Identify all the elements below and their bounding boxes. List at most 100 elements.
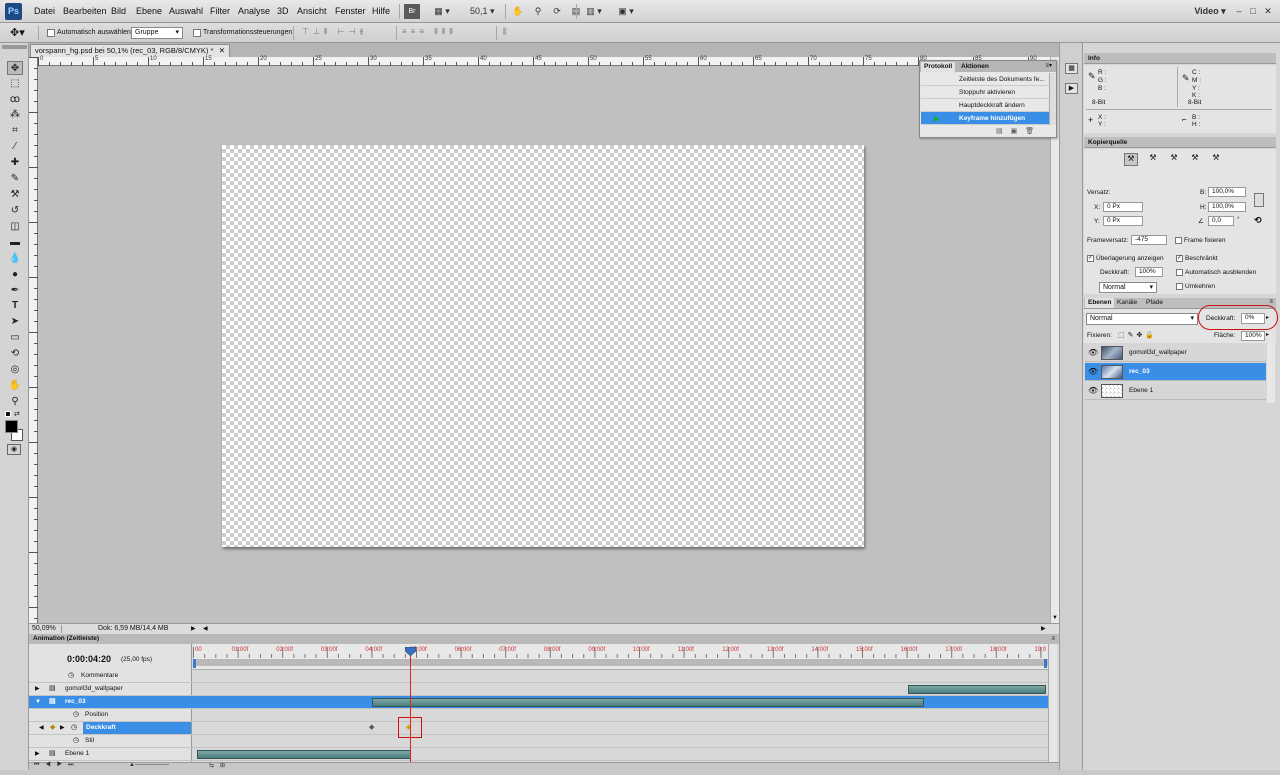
close-tab-icon[interactable]: ✕: [219, 45, 225, 57]
overlay-mode-dropdown[interactable]: Normal: [1099, 282, 1157, 293]
invert-checkbox[interactable]: [1176, 283, 1183, 290]
timeline-header[interactable]: Animation (Zeitleiste) ≡: [29, 634, 1059, 644]
minimize-icon[interactable]: –: [1234, 4, 1244, 19]
layer-name[interactable]: rec_03: [1129, 363, 1150, 381]
menu-ansicht[interactable]: Ansicht: [297, 6, 327, 16]
clipped-checkbox[interactable]: ✓: [1176, 255, 1183, 262]
tab-kanaele[interactable]: Kanäle: [1114, 298, 1140, 308]
expand-arrow-icon[interactable]: ▶: [35, 748, 40, 760]
menu-fenster[interactable]: Fenster: [335, 6, 366, 16]
magic-wand-tool-icon[interactable]: ⁂: [7, 108, 23, 122]
arrange-documents-button[interactable]: ▥ ▾: [580, 4, 608, 19]
layer-row-selected[interactable]: 👁 rec_03: [1085, 363, 1266, 381]
default-colors-icon[interactable]: [5, 411, 11, 417]
layer-row[interactable]: 👁 Ebene 1: [1085, 382, 1266, 400]
timeline-scrollbar[interactable]: [1048, 644, 1057, 762]
keyframe-icon[interactable]: ◆: [369, 722, 374, 734]
next-keyframe-icon[interactable]: ▶: [60, 722, 65, 734]
timeline-menu-icon[interactable]: ≡: [1051, 634, 1055, 644]
menu-filter[interactable]: Filter: [210, 6, 230, 16]
distribute-buttons[interactable]: ≡≡≡ ⦀⦀⦀: [402, 27, 457, 37]
close-icon[interactable]: ✕: [1263, 4, 1273, 19]
offset-x-input[interactable]: 0 Px: [1103, 202, 1143, 212]
zoom-dropdown[interactable]: 50,1 ▾: [466, 4, 498, 19]
work-area-end-handle[interactable]: [1044, 659, 1047, 668]
history-item-active[interactable]: Keyframe hinzufügen: [921, 112, 1049, 125]
playback-controls-icon[interactable]: ⏮◀▶⏭: [34, 762, 80, 769]
layers-panel-menu-icon[interactable]: ≡: [1269, 299, 1273, 305]
height-scale-input[interactable]: 100,0%: [1208, 202, 1246, 212]
workspace-switcher[interactable]: Video ▾: [1190, 4, 1230, 19]
status-menu-icon[interactable]: ▶: [191, 624, 196, 634]
width-scale-input[interactable]: 100,0%: [1208, 187, 1246, 197]
maximize-icon[interactable]: □: [1248, 4, 1258, 19]
stopwatch-icon[interactable]: ◷: [68, 670, 74, 682]
healing-brush-tool-icon[interactable]: ✚: [7, 156, 23, 170]
swap-colors-icon[interactable]: ⇄: [14, 410, 20, 418]
crop-tool-icon[interactable]: ⌗: [7, 124, 23, 138]
opacity-property-label[interactable]: Deckkraft: [83, 722, 191, 734]
move-tool-icon[interactable]: ✥: [7, 61, 23, 75]
timeline-row-layer-selected[interactable]: ▼ ▤ rec_03: [29, 696, 1048, 709]
transform-controls-checkbox[interactable]: [193, 29, 201, 37]
scroll-right-icon[interactable]: ▶: [1041, 624, 1046, 634]
view-extras-button[interactable]: ▦ ▾: [428, 4, 456, 19]
layer-name[interactable]: Ebene 1: [1129, 382, 1153, 400]
align-buttons[interactable]: ⊤⊥⫴ ⊢⊣⫵: [302, 27, 367, 37]
reset-transform-icon[interactable]: ⟲: [1254, 215, 1262, 226]
history-brush-tool-icon[interactable]: ↺: [7, 204, 23, 218]
frame-offset-input[interactable]: -475: [1131, 235, 1167, 245]
clone-source-panel-header[interactable]: Kopierquelle: [1084, 137, 1276, 148]
offset-y-input[interactable]: 0 Px: [1103, 216, 1143, 226]
rotate-view-icon[interactable]: ⟳: [550, 4, 564, 19]
document-tab[interactable]: vorspann_hg.psd bei 50,1% (rec_03, RGB/8…: [30, 44, 230, 57]
vertical-scrollbar[interactable]: ▲ ▼: [1050, 57, 1059, 623]
brush-tool-icon[interactable]: ✎: [7, 172, 23, 186]
playhead-line[interactable]: [410, 650, 411, 765]
hand-tool-icon[interactable]: ✋: [7, 379, 23, 393]
zoom-tool-icon[interactable]: ⚲: [531, 4, 545, 19]
clone-source-1-icon[interactable]: ⚒: [1124, 153, 1138, 166]
3d-rotate-tool-icon[interactable]: ⟲: [7, 347, 23, 361]
lock-frame-checkbox[interactable]: [1175, 237, 1182, 244]
quick-mask-icon[interactable]: ◉: [7, 444, 21, 455]
overlay-opacity-input[interactable]: 100%: [1135, 267, 1163, 277]
pen-tool-icon[interactable]: ✒: [7, 284, 23, 298]
layers-scrollbar[interactable]: [1267, 343, 1275, 403]
history-item[interactable]: Hauptdeckkraft ändern: [921, 99, 1049, 112]
layer-duration-bar[interactable]: [372, 698, 924, 707]
zoom-status[interactable]: 50,09%: [32, 624, 56, 634]
current-timecode[interactable]: 0:00:04:20: [67, 654, 111, 664]
stopwatch-icon[interactable]: ◷: [73, 709, 79, 721]
auto-select-dropdown[interactable]: Gruppe: [131, 27, 183, 39]
lasso-tool-icon[interactable]: ꝏ: [7, 93, 23, 107]
clone-source-4-icon[interactable]: ⚒: [1188, 153, 1202, 166]
timeline-row-comments[interactable]: ◷ Kommentare: [29, 670, 1048, 683]
blend-mode-dropdown[interactable]: Normal: [1086, 313, 1198, 325]
tab-ebenen[interactable]: Ebenen: [1085, 298, 1115, 308]
expand-arrow-icon[interactable]: ▶: [35, 683, 40, 695]
clone-source-2-icon[interactable]: ⚒: [1146, 153, 1160, 166]
stopwatch-active-icon[interactable]: ◷: [71, 722, 77, 734]
playhead-handle[interactable]: [405, 647, 416, 656]
zoom-slider[interactable]: ▲────────: [129, 762, 169, 768]
hand-tool-icon[interactable]: ✋: [511, 4, 525, 19]
menu-ebene[interactable]: Ebene: [136, 6, 162, 16]
tab-pfade[interactable]: Pfade: [1143, 298, 1166, 308]
history-item[interactable]: Zeitleiste des Dokuments fe...: [921, 73, 1049, 86]
tab-protokoll[interactable]: Protokoll: [921, 62, 956, 72]
layer-duration-bar[interactable]: [197, 750, 411, 759]
menu-3d[interactable]: 3D: [277, 6, 289, 16]
history-panel-buttons[interactable]: ▤▣🗑: [996, 127, 1042, 135]
menu-auswahl[interactable]: Auswahl: [169, 6, 203, 16]
tools-grip[interactable]: [2, 45, 27, 49]
angle-input[interactable]: 0,0: [1208, 216, 1234, 226]
history-scrollbar[interactable]: [1049, 73, 1056, 125]
history-item[interactable]: Stoppuhr aktivieren: [921, 86, 1049, 99]
clone-stamp-tool-icon[interactable]: ⚒: [7, 188, 23, 202]
visibility-eye-icon[interactable]: 👁: [1088, 382, 1098, 400]
type-tool-icon[interactable]: T: [7, 299, 23, 313]
menu-bearbeiten[interactable]: Bearbeiten: [63, 6, 107, 16]
eraser-tool-icon[interactable]: ◫: [7, 220, 23, 234]
timeline-row-layer[interactable]: ▶ ▤ Ebene 1: [29, 748, 1048, 761]
